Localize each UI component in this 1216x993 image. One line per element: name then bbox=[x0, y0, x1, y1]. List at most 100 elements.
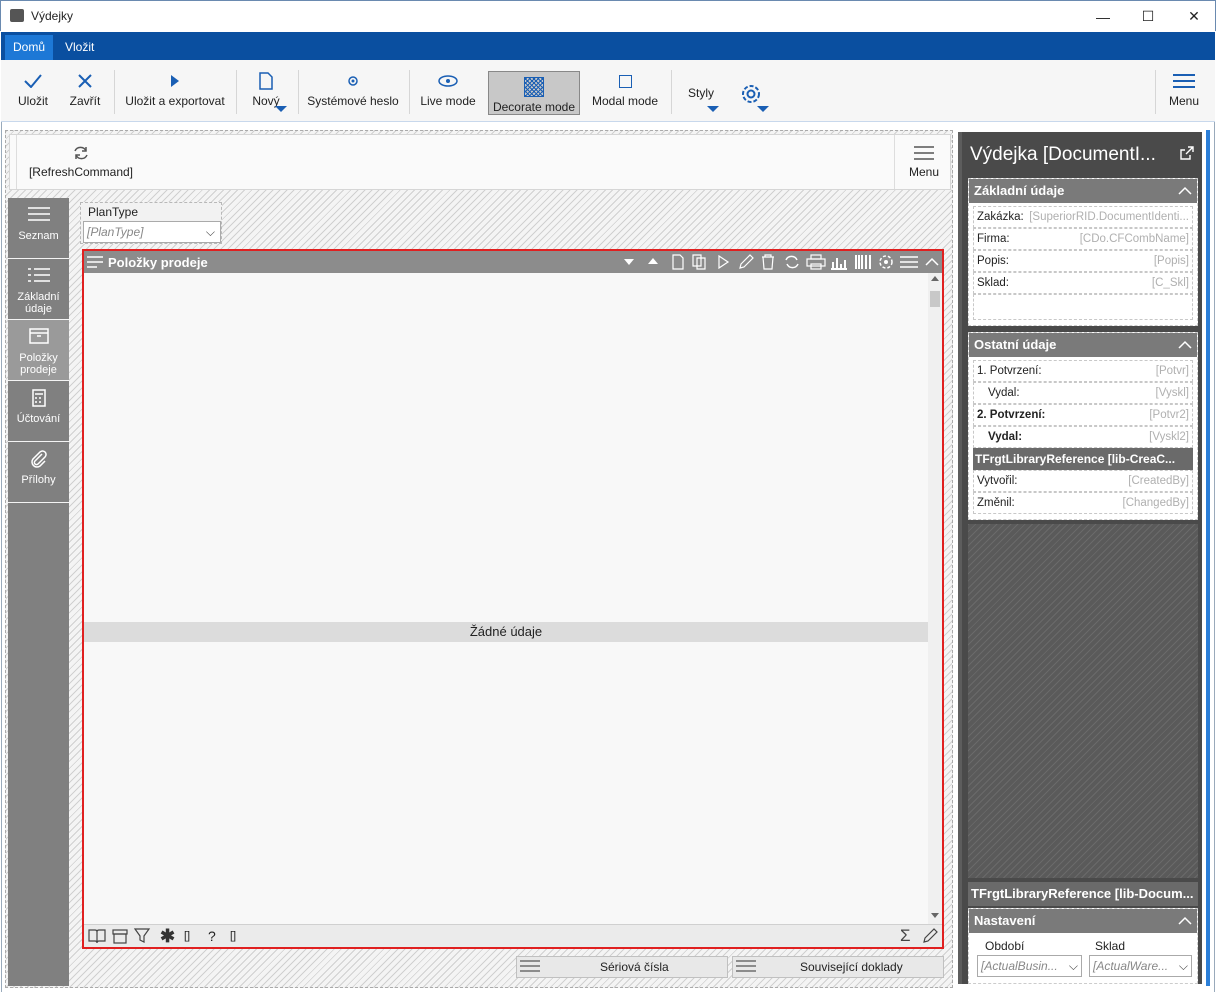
separator bbox=[236, 70, 237, 114]
decorate-mode-button[interactable]: Decorate mode bbox=[488, 71, 580, 115]
collapse-icon[interactable] bbox=[1177, 183, 1193, 202]
field-issued-1[interactable]: Vydal: [Vyskl] bbox=[973, 382, 1193, 404]
field-confirm-1[interactable]: 1. Potvrzení: [Potvr] bbox=[973, 360, 1193, 382]
new-row-icon[interactable] bbox=[672, 254, 684, 273]
sort-up-icon[interactable] bbox=[648, 258, 658, 264]
collapse-icon[interactable] bbox=[1177, 337, 1193, 356]
save-button[interactable]: Uložit bbox=[11, 68, 55, 118]
collapse-icon[interactable] bbox=[1177, 913, 1193, 932]
sale-items-grid: Položky prodeje Žádné údaje ✱ [] ? [] Σ bbox=[82, 249, 944, 949]
delete-icon[interactable] bbox=[761, 254, 775, 273]
serial-numbers-button[interactable]: Sériová čísla bbox=[516, 956, 728, 978]
store-select[interactable]: [ActualWare... ⌵ bbox=[1089, 955, 1192, 977]
save-export-button[interactable]: Uložit a exportovat bbox=[121, 68, 229, 118]
filter-icon[interactable] bbox=[133, 928, 152, 947]
separator bbox=[298, 70, 299, 114]
popout-icon[interactable] bbox=[1180, 146, 1194, 163]
field-company[interactable]: Firma: [CDo.CFCombName] bbox=[973, 228, 1193, 250]
separator bbox=[409, 70, 410, 114]
splitter-handle[interactable] bbox=[1206, 130, 1210, 986]
refresh-icon[interactable] bbox=[784, 254, 800, 273]
edit-icon[interactable] bbox=[738, 254, 754, 273]
separator bbox=[671, 70, 672, 114]
gear-small-icon bbox=[346, 68, 360, 94]
close-button[interactable]: Zavřít bbox=[63, 68, 107, 118]
modal-mode-button[interactable]: Modal mode bbox=[587, 68, 663, 118]
close-window-button[interactable]: ✕ bbox=[1171, 1, 1216, 32]
grid-title: Položky prodeje bbox=[108, 255, 208, 270]
asterisk-icon[interactable]: ✱ bbox=[160, 926, 175, 947]
book-icon[interactable] bbox=[88, 928, 106, 947]
field-store[interactable]: Sklad: [C_Skl] bbox=[973, 272, 1193, 294]
grid-menu-icon[interactable] bbox=[87, 255, 105, 272]
nav-item-attachments[interactable]: Přílohy bbox=[8, 442, 69, 503]
copy-icon[interactable] bbox=[692, 254, 708, 273]
live-mode-button[interactable]: Live mode bbox=[415, 68, 481, 118]
maximize-button[interactable]: ☐ bbox=[1125, 1, 1171, 32]
ribbon-menu-button[interactable]: Menu bbox=[1161, 68, 1207, 118]
print-icon[interactable] bbox=[806, 254, 826, 273]
period-label: Období bbox=[985, 939, 1025, 953]
list-icon bbox=[520, 959, 540, 976]
grid-settings-icon[interactable] bbox=[878, 254, 896, 273]
scroll-up-icon[interactable] bbox=[931, 276, 939, 281]
pencil-icon[interactable] bbox=[922, 928, 938, 947]
dropdown-arrow-icon bbox=[757, 106, 769, 112]
hamburger-icon bbox=[27, 206, 50, 230]
scroll-thumb[interactable] bbox=[930, 291, 940, 307]
tab-insert[interactable]: Vložit bbox=[57, 35, 102, 60]
ribbon-toolbar: Uložit Zavřít Uložit a exportovat Nový S… bbox=[1, 60, 1215, 122]
field-issued-2[interactable]: Vydal: [Vyskl2] bbox=[973, 426, 1193, 448]
basic-section-header: Základní údaje bbox=[969, 179, 1197, 203]
separator bbox=[16, 135, 17, 189]
nav-item-list[interactable]: Seznam bbox=[8, 198, 69, 259]
grid-footer: ✱ [] ? [] Σ bbox=[84, 924, 942, 947]
archive-icon[interactable] bbox=[112, 928, 128, 947]
nav-item-sale-items[interactable]: Položky prodeje bbox=[8, 320, 69, 381]
plantype-select[interactable]: [PlanType] ⌵ bbox=[83, 221, 221, 243]
refresh-icon bbox=[26, 141, 136, 165]
ribbon-tabs: Domů Vložit bbox=[1, 32, 1215, 60]
field-confirm-2[interactable]: 2. Potvrzení: [Potvr2] bbox=[973, 404, 1193, 426]
settings-gear-icon[interactable] bbox=[739, 82, 763, 109]
x-icon bbox=[78, 68, 92, 94]
chevron-down-icon: ⌵ bbox=[1178, 956, 1188, 976]
refresh-command-button[interactable]: [RefreshCommand] bbox=[26, 141, 136, 185]
panel-title: Výdejka [DocumentI... bbox=[970, 144, 1156, 165]
separator bbox=[114, 70, 115, 114]
chart-icon[interactable] bbox=[830, 254, 848, 273]
scroll-down-icon[interactable] bbox=[931, 913, 939, 918]
nav-item-basic-data[interactable]: Základní údaje bbox=[8, 259, 69, 320]
period-select[interactable]: [ActualBusin... ⌵ bbox=[977, 955, 1082, 977]
system-password-button[interactable]: Systémové heslo bbox=[305, 68, 401, 118]
run-icon[interactable] bbox=[718, 254, 730, 272]
list-icon bbox=[736, 959, 756, 976]
box-icon bbox=[28, 328, 49, 352]
collapse-icon[interactable] bbox=[924, 254, 940, 273]
minimize-button[interactable]: — bbox=[1080, 1, 1126, 32]
field-description[interactable]: Popis: [Popis] bbox=[973, 250, 1193, 272]
field-changed-by[interactable]: Změnil: [ChangedBy] bbox=[973, 492, 1193, 514]
related-documents-button[interactable]: Související doklady bbox=[732, 956, 944, 978]
pattern-icon bbox=[524, 74, 544, 100]
sort-down-icon[interactable] bbox=[624, 259, 634, 265]
grid-body[interactable]: Žádné údaje bbox=[84, 273, 928, 924]
paperclip-icon bbox=[30, 450, 48, 474]
help-icon[interactable]: ? bbox=[208, 928, 216, 944]
field-created-by[interactable]: Vytvořil: [CreatedBy] bbox=[973, 470, 1193, 492]
grid-hamburger-icon[interactable] bbox=[900, 255, 918, 272]
command-menu-button[interactable]: Menu bbox=[902, 141, 946, 185]
other-section-header: Ostatní údaje bbox=[969, 333, 1197, 357]
basic-section: Základní údaje Zakázka: [SuperiorRID.Docu… bbox=[968, 178, 1198, 326]
vertical-scrollbar[interactable] bbox=[928, 273, 942, 924]
nav-item-accounting[interactable]: Účtování bbox=[8, 381, 69, 442]
help-bracket-text: [] bbox=[230, 930, 237, 942]
barcode-icon[interactable] bbox=[854, 254, 872, 273]
chevron-down-icon: ⌵ bbox=[205, 225, 215, 239]
tab-home[interactable]: Domů bbox=[5, 35, 54, 60]
field-order[interactable]: Zakázka: [SuperiorRID.DocumentIdenti... bbox=[973, 206, 1193, 228]
store-label: Sklad bbox=[1095, 939, 1126, 953]
eye-icon bbox=[438, 68, 458, 94]
sum-icon[interactable]: Σ bbox=[900, 926, 911, 946]
lib-reference-crea: TFrgtLibraryReference [lib-CreaC... bbox=[973, 448, 1193, 470]
